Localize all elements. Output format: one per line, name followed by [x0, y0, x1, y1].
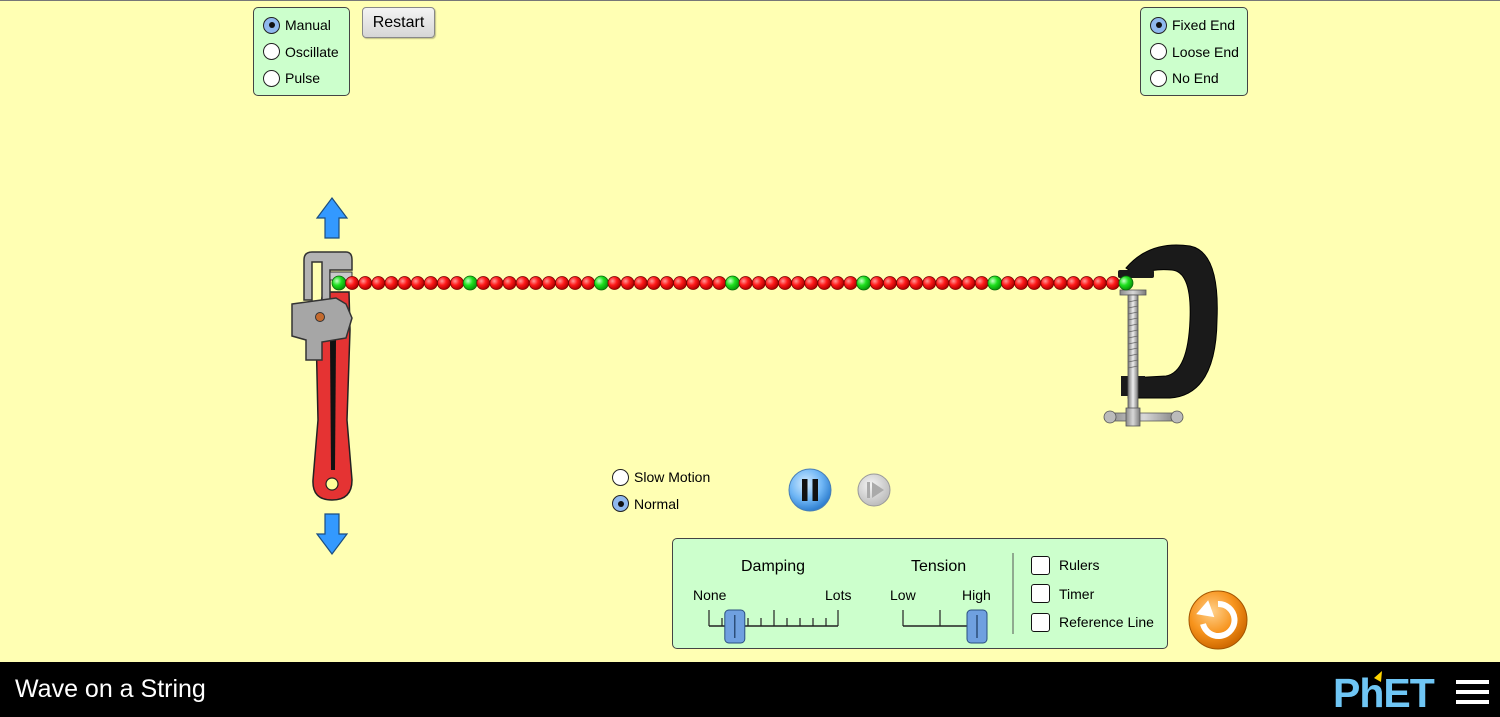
arrow-down-icon[interactable] [315, 513, 349, 555]
speed-control: Slow Motion Normal [612, 464, 710, 517]
bead [581, 276, 596, 290]
step-button[interactable] [857, 473, 891, 507]
bead [515, 276, 530, 290]
arrow-up-icon[interactable] [315, 197, 349, 239]
bead [1001, 276, 1015, 290]
bead [738, 276, 753, 290]
bead [974, 276, 989, 290]
bead [620, 276, 635, 290]
bead-reference [1118, 275, 1134, 291]
bead [450, 276, 464, 290]
bead [883, 276, 897, 290]
speed-normal-label: Normal [634, 495, 680, 512]
bead [371, 276, 386, 290]
bead [909, 276, 924, 290]
app-title: Wave on a String [15, 675, 206, 703]
bead [633, 276, 648, 290]
bead [1105, 276, 1120, 290]
bead [673, 276, 687, 290]
bead [358, 276, 373, 290]
navigation-bar: Wave on a String PhET [0, 662, 1500, 717]
bead [922, 276, 937, 290]
bead [686, 276, 701, 290]
checkbox-group: Rulers Timer Reference Line [1031, 551, 1154, 637]
reference-line-label: Reference Line [1059, 614, 1154, 631]
bead [555, 276, 569, 290]
bead [607, 276, 622, 290]
bead [1092, 276, 1107, 290]
bead [804, 276, 819, 290]
bead-reference [593, 275, 609, 291]
bead [1040, 276, 1055, 290]
radio-indicator[interactable] [612, 468, 629, 486]
bead-reference [725, 275, 740, 291]
speed-slow-radio[interactable]: Slow Motion [612, 464, 710, 491]
timer-label: Timer [1059, 585, 1095, 602]
bead [384, 276, 399, 290]
rulers-checkbox[interactable]: Rulers [1031, 551, 1154, 580]
bead [869, 276, 884, 290]
bead [830, 276, 845, 290]
bead [489, 276, 504, 290]
bead [699, 276, 714, 290]
tension-slider[interactable] [902, 609, 988, 644]
bead [751, 276, 766, 290]
bead [843, 276, 858, 290]
checkbox-box[interactable] [1031, 555, 1050, 575]
damping-slider[interactable] [708, 609, 839, 644]
bead [397, 276, 412, 290]
checkbox-box[interactable] [1031, 612, 1050, 632]
bead [476, 276, 491, 290]
bead [712, 276, 727, 290]
bead [528, 276, 543, 290]
reference-line-checkbox[interactable]: Reference Line [1031, 608, 1154, 637]
bead [961, 276, 976, 290]
bead [646, 276, 661, 290]
bead [423, 276, 438, 290]
hamburger-menu-icon[interactable] [1456, 680, 1489, 704]
bead [1066, 276, 1081, 290]
phet-logo[interactable]: PhET [1330, 662, 1460, 717]
bead [1053, 276, 1068, 290]
speed-normal-radio[interactable]: Normal [612, 491, 710, 518]
bead [410, 276, 425, 290]
radio-indicator[interactable] [612, 495, 629, 513]
phet-logo-text: PhET [1333, 670, 1435, 716]
bead [1079, 276, 1094, 290]
bead [764, 276, 779, 290]
bead [778, 276, 792, 290]
bead-reference [987, 275, 1003, 291]
bead [935, 276, 950, 290]
bead [502, 276, 517, 290]
wave-string [331, 275, 1134, 291]
bead [541, 276, 556, 290]
bead-reference [331, 275, 347, 291]
bead [568, 276, 582, 290]
bead-reference [856, 275, 872, 291]
control-panel: Damping None Lots Tension Low High Ruler… [672, 538, 1168, 649]
bead [817, 276, 832, 290]
pause-button[interactable] [788, 468, 832, 512]
bead [660, 276, 674, 290]
clamp-icon[interactable] [1103, 244, 1218, 427]
reset-all-button[interactable] [1188, 590, 1248, 650]
bead [948, 276, 963, 290]
rulers-label: Rulers [1059, 557, 1100, 574]
speed-slow-label: Slow Motion [634, 469, 711, 486]
bead [437, 276, 451, 290]
bead [896, 276, 910, 290]
bead [791, 276, 805, 290]
bead [1014, 276, 1028, 290]
checkbox-box[interactable] [1031, 584, 1050, 604]
timer-checkbox[interactable]: Timer [1031, 580, 1154, 609]
bead [1027, 276, 1042, 290]
bead-reference [462, 275, 478, 291]
bead [345, 276, 360, 290]
